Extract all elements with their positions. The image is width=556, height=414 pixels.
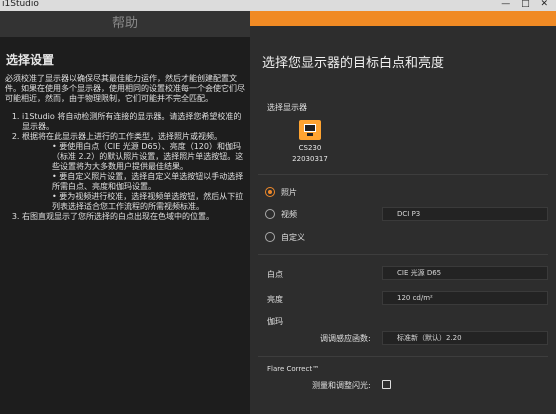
help-panel: 帮助 选择设置 必须校准了显示器以确保尽其最佳能力运作，然后才能创建配置文件。如… — [0, 11, 250, 414]
monitor-button[interactable] — [299, 120, 321, 140]
help-step-3: 右图直观显示了您所选择的白点出现在色域中的位置。 — [22, 212, 246, 222]
white-point-label: 白点 — [267, 270, 283, 279]
monitor-icon — [304, 124, 316, 132]
help-header: 帮助 — [0, 11, 250, 37]
monitor-serial: 22030317 — [292, 155, 328, 163]
help-bullet: 要自定义照片设置，选择自定义单选按钮以手动选择所需白点、亮度和伽玛设置。 — [52, 172, 246, 192]
help-heading: 选择设置 — [6, 53, 55, 67]
radio-custom-label: 自定义 — [281, 233, 305, 242]
settings-panel: 选择您显示器的目标白点和亮度 选择显示器 CS230 22030317 照片 视… — [250, 11, 556, 414]
flare-measure-label: 测量和调整闪光: — [312, 381, 371, 390]
divider — [258, 174, 548, 175]
help-bullet: 要使用白点（CIE 光源 D65）、亮度（120）和伽玛（标准 2.2）的默认照… — [52, 142, 246, 172]
tone-curve-label: 调调感应函数: — [320, 334, 371, 343]
radio-video-label: 视频 — [281, 210, 297, 219]
flare-correct-checkbox[interactable] — [382, 380, 391, 389]
accent-bar — [250, 11, 556, 26]
title-bar: i1Studio — □ ✕ — [0, 0, 556, 11]
brightness-dropdown[interactable]: 120 cd/m² — [382, 291, 548, 305]
help-steps: i1Studio 将自动检测所有连接的显示器。请选择您希望校准的显示器。 根据将… — [22, 112, 246, 222]
flare-correct-label: Flare Correct™ — [267, 365, 320, 373]
radio-custom[interactable] — [265, 232, 275, 242]
radio-photo[interactable] — [265, 187, 275, 197]
divider — [258, 356, 548, 357]
radio-video[interactable] — [265, 209, 275, 219]
divider — [258, 254, 548, 255]
video-standard-dropdown[interactable]: DCI P3 — [382, 207, 548, 221]
help-bullets: 要使用白点（CIE 光源 D65）、亮度（120）和伽玛（标准 2.2）的默认照… — [52, 142, 246, 212]
help-intro: 必须校准了显示器以确保尽其最佳能力运作，然后才能创建配置文件。如果在使用多个显示… — [5, 74, 245, 103]
brightness-label: 亮度 — [267, 295, 283, 304]
tone-curve-dropdown[interactable]: 标准新（默认）2.20 — [382, 331, 548, 345]
select-display-label: 选择显示器 — [267, 103, 307, 112]
monitor-name: CS230 — [298, 144, 322, 152]
white-point-dropdown[interactable]: CIE 光源 D65 — [382, 266, 548, 280]
radio-photo-label: 照片 — [281, 188, 297, 197]
help-step-1: i1Studio 将自动检测所有连接的显示器。请选择您希望校准的显示器。 — [22, 112, 246, 132]
help-step-2: 根据将在此显示器上进行的工作类型，选择照片或视频。 要使用白点（CIE 光源 D… — [22, 132, 246, 212]
window-controls[interactable]: — □ ✕ — [501, 0, 552, 9]
help-bullet: 要为视频进行校准，选择视频单选按钮，然后从下拉列表选择适合您工作流程的所需视频标… — [52, 192, 246, 212]
gamma-label: 伽玛 — [267, 317, 283, 326]
page-title: 选择您显示器的目标白点和亮度 — [262, 56, 445, 71]
app-title: i1Studio — [2, 0, 39, 9]
